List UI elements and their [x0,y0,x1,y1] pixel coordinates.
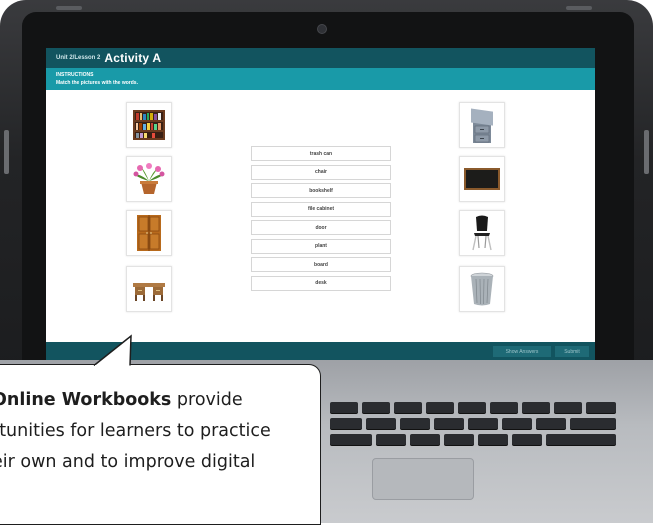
callout-line-2: rtunities for learners to practice [0,421,271,441]
callout-line-1-rest: provide [171,390,243,410]
callout-line-1: Online Workbooks provide [0,385,320,416]
callout-text: Online Workbooks provide rtunities for l… [0,385,320,478]
callout-bold-text: Online Workbooks [0,390,172,410]
callout-line-3: eir own and to improve digital [0,452,256,472]
